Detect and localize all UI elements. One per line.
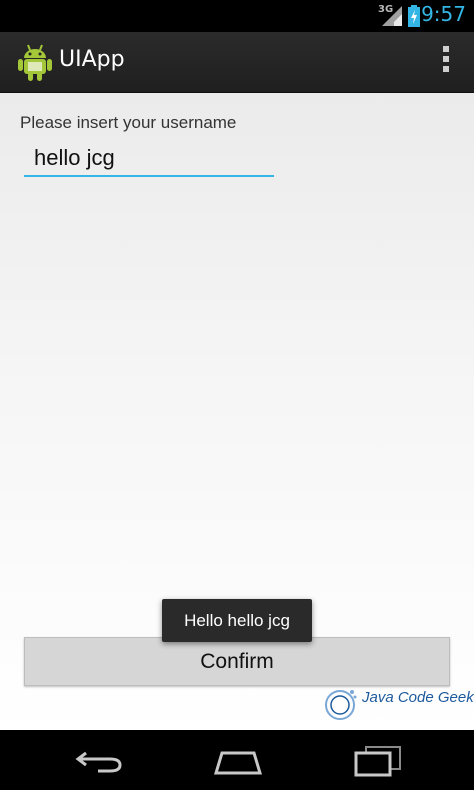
- main-content: Please insert your username Confirm Hell…: [0, 93, 474, 730]
- confirm-button[interactable]: Confirm: [24, 637, 450, 686]
- android-icon: [18, 44, 52, 81]
- home-icon[interactable]: [208, 745, 268, 777]
- navigation-bar: [0, 730, 474, 790]
- back-icon[interactable]: [70, 745, 130, 777]
- action-bar: UIApp: [0, 32, 474, 93]
- watermark-logo: Java Code Geeks: [322, 685, 474, 725]
- overflow-menu-icon[interactable]: [440, 46, 452, 76]
- watermark-text: Java Code Geeks: [362, 689, 474, 706]
- status-bar: 3G 9:57: [0, 0, 474, 32]
- toast-message: Hello hello jcg: [162, 599, 312, 642]
- signal-strength-icon: [382, 6, 402, 26]
- recent-apps-icon[interactable]: [348, 745, 408, 777]
- battery-charging-icon: [408, 5, 420, 27]
- app-title: UIApp: [59, 47, 125, 72]
- status-clock: 9:57: [421, 2, 466, 26]
- username-prompt-label: Please insert your username: [20, 113, 237, 132]
- jcg-logo-icon: [325, 690, 357, 720]
- username-input[interactable]: [24, 141, 274, 177]
